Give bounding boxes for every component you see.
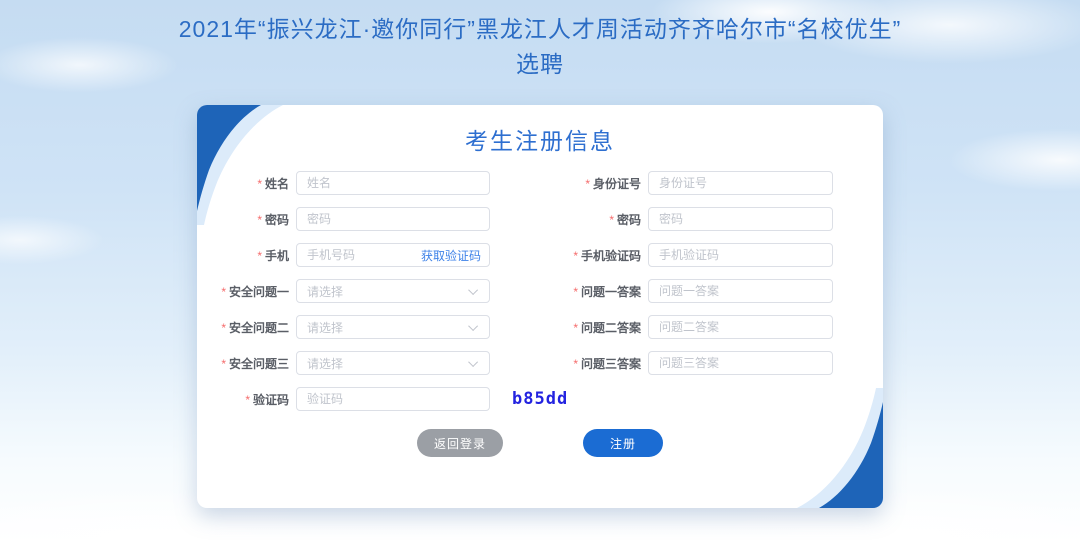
form-row-1: *姓名 *身份证号 xyxy=(197,171,883,195)
required-marker: * xyxy=(221,285,226,299)
phone-code-input[interactable] xyxy=(648,243,833,267)
required-marker: * xyxy=(573,285,578,299)
field-security-q3: *安全问题三 请选择 xyxy=(197,351,490,375)
page-title-line1: 2021年“振兴龙江·邀你同行”黑龙江人才周活动齐齐哈尔市“名校优生” xyxy=(0,12,1080,47)
field-security-q1: *安全问题一 请选择 xyxy=(197,279,490,303)
captcha-label: *验证码 xyxy=(197,391,289,408)
chevron-down-icon xyxy=(468,321,478,331)
field-id-number: *身份证号 xyxy=(537,171,833,195)
answer1-label: *问题一答案 xyxy=(537,283,641,300)
form-row-7: *验证码 b85dd xyxy=(197,387,883,411)
form-title: 考生注册信息 xyxy=(197,122,883,156)
phone-label: *手机 xyxy=(197,247,289,264)
button-row: 返回登录 注册 xyxy=(197,429,883,457)
corner-decoration-bottom-right xyxy=(793,388,883,508)
name-input[interactable] xyxy=(296,171,490,195)
form-row-2: *密码 *密码 xyxy=(197,207,883,231)
form-row-3: *手机 获取验证码 *手机验证码 xyxy=(197,243,883,267)
required-marker: * xyxy=(573,249,578,263)
page-title-line2: 选聘 xyxy=(0,47,1080,82)
register-button[interactable]: 注册 xyxy=(583,429,663,457)
field-security-q2: *安全问题二 请选择 xyxy=(197,315,490,339)
security-q1-label: *安全问题一 xyxy=(197,283,289,300)
back-to-login-button[interactable]: 返回登录 xyxy=(417,429,503,457)
form-row-5: *安全问题二 请选择 *问题二答案 xyxy=(197,315,883,339)
field-confirm-password: *密码 xyxy=(537,207,833,231)
field-answer1: *问题一答案 xyxy=(537,279,833,303)
corner-decoration-top-left xyxy=(197,105,287,225)
confirm-password-input[interactable] xyxy=(648,207,833,231)
security-q2-label: *安全问题二 xyxy=(197,319,289,336)
password-input[interactable] xyxy=(296,207,490,231)
answer3-label: *问题三答案 xyxy=(537,355,641,372)
answer3-input[interactable] xyxy=(648,351,833,375)
phone-input[interactable] xyxy=(297,244,421,266)
page-header: 2021年“振兴龙江·邀你同行”黑龙江人才周活动齐齐哈尔市“名校优生” 选聘 xyxy=(0,0,1080,82)
required-marker: * xyxy=(221,321,226,335)
field-phone-code: *手机验证码 xyxy=(537,243,833,267)
id-number-label: *身份证号 xyxy=(537,175,641,192)
captcha-image-text[interactable]: b85dd xyxy=(512,389,568,409)
required-marker: * xyxy=(573,321,578,335)
phone-input-wrap: 获取验证码 xyxy=(296,243,490,267)
security-q3-select[interactable]: 请选择 xyxy=(296,351,490,375)
field-phone: *手机 获取验证码 xyxy=(197,243,490,267)
required-marker: * xyxy=(245,393,250,407)
answer2-input[interactable] xyxy=(648,315,833,339)
required-marker: * xyxy=(609,213,614,227)
registration-card: 考生注册信息 *姓名 *身份证号 *密码 *密码 *手机 xyxy=(197,105,883,508)
field-answer2: *问题二答案 xyxy=(537,315,833,339)
security-q1-select[interactable]: 请选择 xyxy=(296,279,490,303)
required-marker: * xyxy=(573,357,578,371)
field-answer3: *问题三答案 xyxy=(537,351,833,375)
chevron-down-icon xyxy=(468,357,478,367)
get-sms-code-link[interactable]: 获取验证码 xyxy=(421,247,489,264)
security-q3-label: *安全问题三 xyxy=(197,355,289,372)
answer1-input[interactable] xyxy=(648,279,833,303)
id-number-input[interactable] xyxy=(648,171,833,195)
required-marker: * xyxy=(585,177,590,191)
form-row-6: *安全问题三 请选择 *问题三答案 xyxy=(197,351,883,375)
phone-code-label: *手机验证码 xyxy=(537,247,641,264)
registration-form: *姓名 *身份证号 *密码 *密码 *手机 获取 xyxy=(197,171,883,457)
required-marker: * xyxy=(221,357,226,371)
confirm-password-label: *密码 xyxy=(537,211,641,228)
captcha-input[interactable] xyxy=(296,387,490,411)
form-row-4: *安全问题一 请选择 *问题一答案 xyxy=(197,279,883,303)
required-marker: * xyxy=(257,249,262,263)
field-captcha: *验证码 xyxy=(197,387,490,411)
security-q2-select[interactable]: 请选择 xyxy=(296,315,490,339)
chevron-down-icon xyxy=(468,285,478,295)
answer2-label: *问题二答案 xyxy=(537,319,641,336)
